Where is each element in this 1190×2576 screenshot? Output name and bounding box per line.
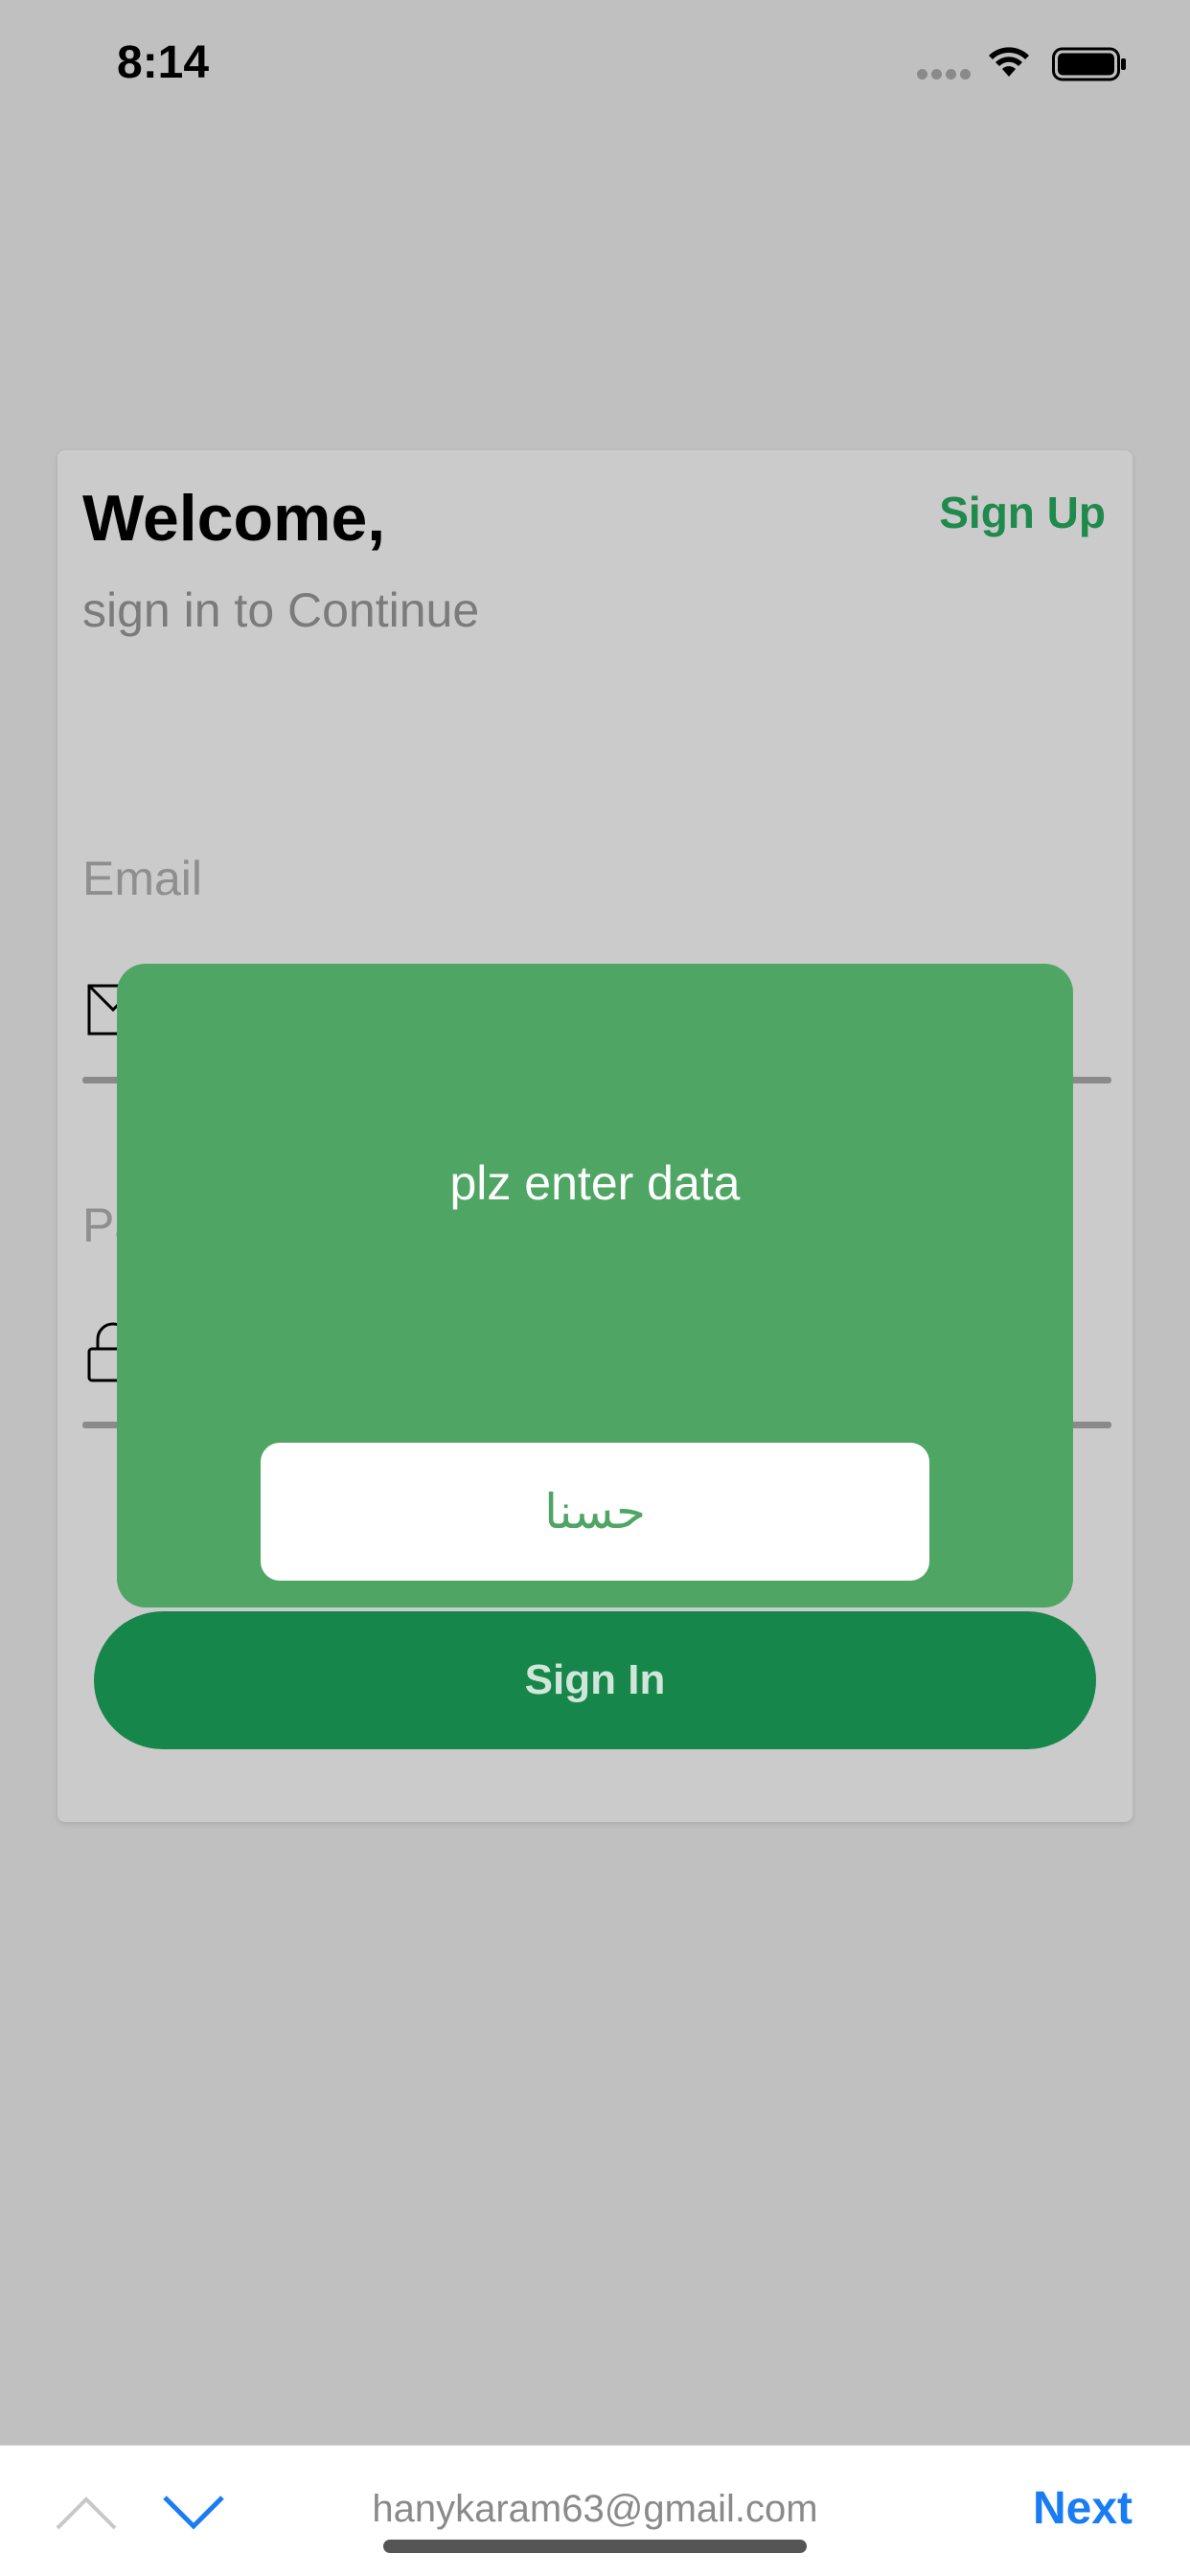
cellular-signal-icon xyxy=(917,69,971,80)
email-label: Email xyxy=(82,852,203,905)
status-time: 8:14 xyxy=(117,37,210,88)
page-subtitle: sign in to Continue xyxy=(82,583,480,637)
autofill-suggestion[interactable]: hanykaram63@gmail.com xyxy=(0,2488,1190,2531)
battery-icon xyxy=(1052,47,1126,81)
next-button[interactable]: Next xyxy=(1033,2482,1133,2535)
page-title: Welcome, xyxy=(82,482,386,555)
keyboard-accessory-bar: hanykaram63@gmail.com Next xyxy=(0,2445,1190,2576)
sign-up-link[interactable]: Sign Up xyxy=(939,487,1106,538)
home-indicator xyxy=(383,2540,807,2553)
alert-message: plz enter data xyxy=(449,1156,741,1210)
wifi-icon xyxy=(989,47,1029,77)
alert-ok-button[interactable]: حسنا xyxy=(261,1443,929,1581)
sign-in-button[interactable]: Sign In xyxy=(94,1611,1096,1749)
status-bar: 8:14 xyxy=(0,0,1190,134)
alert-dialog: plz enter data حسنا xyxy=(117,964,1073,1607)
